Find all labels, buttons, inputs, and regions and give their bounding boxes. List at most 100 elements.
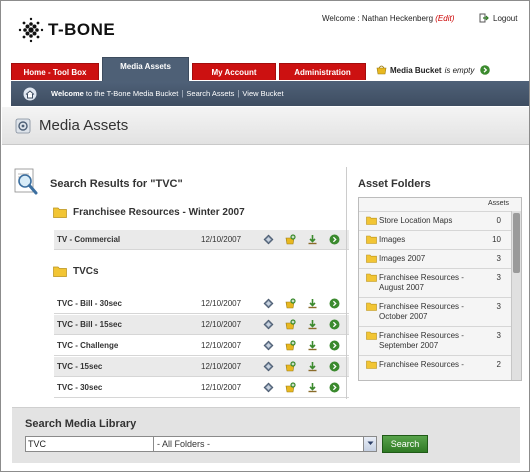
go-arrow-icon[interactable] <box>329 234 340 245</box>
diamond-icon[interactable] <box>263 361 274 372</box>
table-row[interactable]: TVC - Bill - 15sec 12/10/2007 <box>54 315 349 335</box>
list-item[interactable]: Franchisee Resources - August 2007 3 <box>359 268 511 297</box>
list-item[interactable]: Images 2007 3 <box>359 249 511 268</box>
folder-name: Store Location Maps <box>379 216 453 225</box>
folder-count: 3 <box>496 302 501 311</box>
row-actions <box>258 234 340 245</box>
column-divider <box>346 167 347 399</box>
app-window: T-BONE Welcome : Nathan Heckenberg (Edit… <box>0 0 530 472</box>
go-arrow-icon[interactable] <box>329 361 340 372</box>
download-icon[interactable] <box>307 361 318 372</box>
go-arrow-icon[interactable] <box>329 382 340 393</box>
subnav-search-assets[interactable]: Search Assets <box>183 89 237 98</box>
row-actions <box>258 340 340 351</box>
subnav-welcome: Welcome to the T-Bone Media Bucket <box>48 89 181 98</box>
tab-media-assets[interactable]: Media Assets <box>102 57 189 81</box>
asset-name[interactable]: TVC - Bill - 30sec <box>54 299 201 308</box>
sub-navigation-bar: Welcome to the T-Bone Media Bucket | Sea… <box>11 81 529 106</box>
add-to-bucket-icon[interactable] <box>285 361 296 372</box>
diamond-icon[interactable] <box>263 319 274 330</box>
bucket-label: Media Bucket <box>390 65 442 75</box>
list-item[interactable]: Store Location Maps 0 <box>359 211 511 230</box>
folder-icon <box>366 331 377 340</box>
row-actions <box>258 382 340 393</box>
download-icon[interactable] <box>307 319 318 330</box>
table-row[interactable]: TVC - Challenge 12/10/2007 <box>54 336 349 356</box>
add-to-bucket-icon[interactable] <box>285 382 296 393</box>
search-results-header <box>12 166 40 196</box>
list-item[interactable]: Franchisee Resources - 2 <box>359 355 511 374</box>
folder-name: Images 2007 <box>379 254 426 263</box>
logout-icon <box>479 13 489 23</box>
go-arrow-icon[interactable] <box>480 65 491 75</box>
folder-icon <box>53 266 67 277</box>
chevron-down-icon[interactable] <box>363 437 376 451</box>
bucket-status: is empty <box>444 65 475 75</box>
asset-name[interactable]: TVC - 30sec <box>54 383 201 392</box>
results-group-franchisee-winter-2007[interactable]: Franchisee Resources - Winter 2007 <box>53 206 245 218</box>
table-row[interactable]: TVC - 15sec 12/10/2007 <box>54 357 349 377</box>
asset-name[interactable]: TVC - 15sec <box>54 362 201 371</box>
logout-link[interactable]: Logout <box>479 13 517 23</box>
diamond-icon[interactable] <box>263 234 274 245</box>
folder-count: 10 <box>492 235 501 244</box>
asset-date: 12/10/2007 <box>201 341 242 350</box>
folder-select-value: - All Folders - <box>157 439 211 449</box>
list-item[interactable]: Images 10 <box>359 230 511 249</box>
home-icon[interactable] <box>23 87 37 101</box>
folder-name: Franchisee Resources - October 2007 <box>379 302 464 321</box>
go-arrow-icon[interactable] <box>329 319 340 330</box>
assets-column-header: Assets <box>487 200 509 207</box>
table-row[interactable]: TV - Commercial 12/10/2007 <box>54 230 349 250</box>
folder-select[interactable]: - All Folders - <box>153 436 377 452</box>
asset-name[interactable]: TV - Commercial <box>54 235 201 244</box>
subnav-welcome-rest: to the T-Bone Media Bucket <box>83 89 179 98</box>
folder-icon <box>366 273 377 282</box>
go-arrow-icon[interactable] <box>329 340 340 351</box>
search-input[interactable] <box>25 436 156 452</box>
folder-count: 0 <box>496 216 501 225</box>
add-to-bucket-icon[interactable] <box>285 340 296 351</box>
logo-text: T-BONE <box>48 20 116 39</box>
edit-profile-link[interactable]: (Edit) <box>435 14 454 23</box>
folder-name: Franchisee Resources - <box>379 360 464 369</box>
add-to-bucket-icon[interactable] <box>285 319 296 330</box>
search-results-title: Search Results for "TVC" <box>50 178 183 190</box>
subnav-view-bucket[interactable]: View Bucket <box>239 89 286 98</box>
row-actions <box>258 319 340 330</box>
diamond-icon[interactable] <box>263 382 274 393</box>
tab-my-account[interactable]: My Account <box>192 63 276 80</box>
media-bucket-status[interactable]: Media Bucket is empty <box>376 65 491 75</box>
bucket-icon <box>376 65 387 75</box>
tab-administration[interactable]: Administration <box>279 63 366 80</box>
add-to-bucket-icon[interactable] <box>285 298 296 309</box>
folder-icon <box>366 360 377 369</box>
download-icon[interactable] <box>307 234 318 245</box>
folder-count: 3 <box>496 254 501 263</box>
table-row[interactable]: TVC - Bill - 30sec 12/10/2007 <box>54 294 349 314</box>
search-button[interactable]: Search <box>382 435 428 453</box>
download-icon[interactable] <box>307 340 318 351</box>
list-item[interactable]: Franchisee Resources - October 2007 3 <box>359 297 511 326</box>
list-item[interactable]: Franchisee Resources - September 2007 3 <box>359 326 511 355</box>
results-group-tvcs[interactable]: TVCs <box>53 265 99 277</box>
folder-list-scrollbar[interactable] <box>511 211 521 380</box>
tbone-logo[interactable]: T-BONE <box>18 16 115 44</box>
diamond-icon[interactable] <box>263 340 274 351</box>
user-name: Nathan Heckenberg <box>361 14 434 23</box>
download-icon[interactable] <box>307 382 318 393</box>
group-name: Franchisee Resources - Winter 2007 <box>73 206 245 218</box>
add-to-bucket-icon[interactable] <box>285 234 296 245</box>
folder-count: 3 <box>496 273 501 282</box>
table-row[interactable]: TVC - 30sec 12/10/2007 <box>54 378 349 398</box>
download-icon[interactable] <box>307 298 318 309</box>
folder-icon <box>366 216 377 225</box>
folder-icon <box>53 207 67 218</box>
go-arrow-icon[interactable] <box>329 298 340 309</box>
diamond-icon[interactable] <box>263 298 274 309</box>
page-title: Media Assets <box>39 117 129 134</box>
asset-name[interactable]: TVC - Bill - 15sec <box>54 320 201 329</box>
scrollbar-thumb[interactable] <box>513 213 520 273</box>
asset-name[interactable]: TVC - Challenge <box>54 341 201 350</box>
tab-home-tool-box[interactable]: Home - Tool Box <box>11 63 99 80</box>
